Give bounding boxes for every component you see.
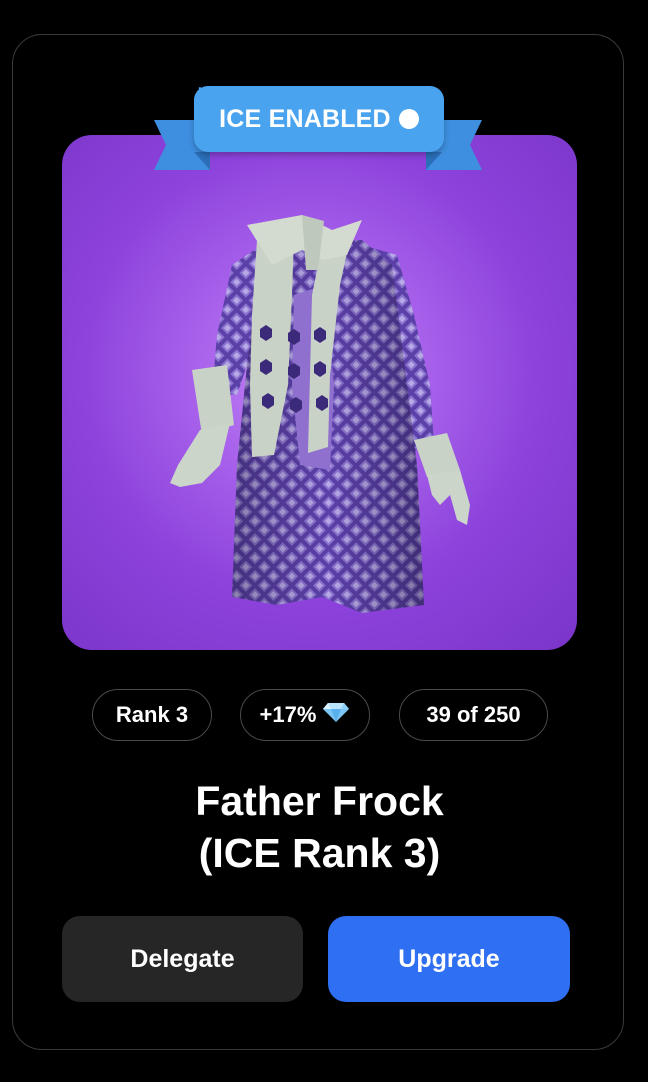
item-title: Father Frock (ICE Rank 3)	[62, 775, 577, 879]
edition-count-pill: 39 of 250	[399, 689, 548, 741]
badge-label: ICE ENABLED	[219, 104, 391, 133]
upgrade-button[interactable]: Upgrade	[328, 916, 570, 1002]
item-title-line2: (ICE Rank 3)	[198, 830, 441, 876]
rank-pill: Rank 3	[92, 689, 212, 741]
rank-label: Rank 3	[115, 702, 189, 727]
bonus-pill: +17%	[240, 689, 370, 741]
diamond-icon	[322, 701, 350, 729]
info-icon[interactable]	[198, 87, 419, 129]
edition-count-label: 39 of 250	[426, 702, 521, 727]
ice-enabled-badge[interactable]: ICE ENABLED	[194, 86, 444, 152]
bonus-label: +17%	[259, 702, 317, 727]
delegate-button[interactable]: Delegate	[62, 916, 303, 1002]
ice-enabled-ribbon: ICE ENABLED	[150, 86, 486, 172]
item-title-line1: Father Frock	[195, 778, 444, 824]
item-image	[62, 135, 577, 650]
